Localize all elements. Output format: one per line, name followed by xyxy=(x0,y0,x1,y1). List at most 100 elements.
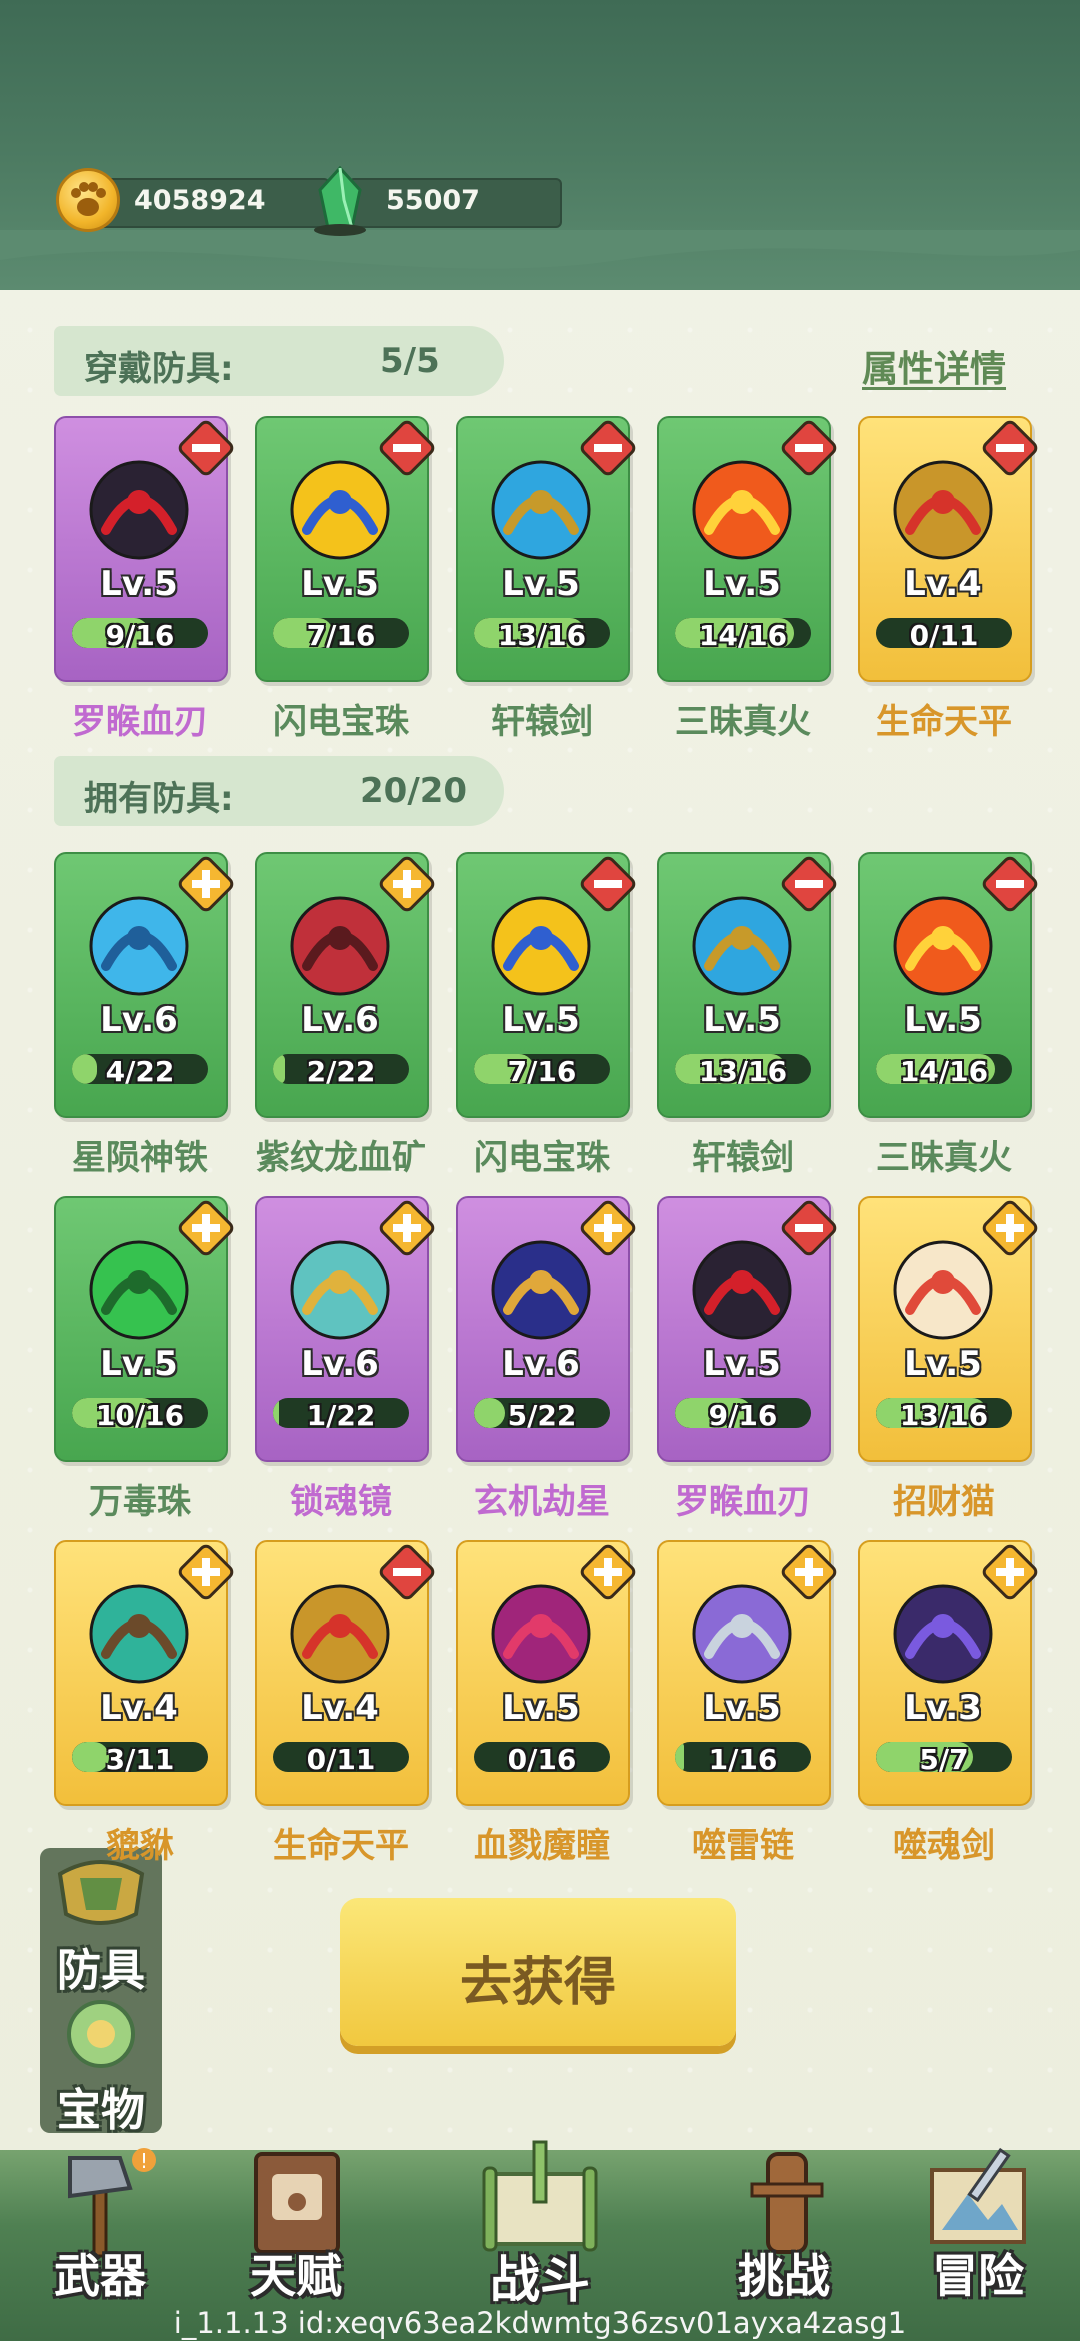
armor-card[interactable]: Lv.5 14/16 xyxy=(657,416,837,682)
armor-card[interactable]: Lv.5 9/16 xyxy=(657,1196,837,1462)
remove-icon[interactable] xyxy=(779,1198,839,1258)
armor-card[interactable]: Lv.5 13/16 xyxy=(657,852,837,1118)
armor-card[interactable]: Lv.6 1/22 xyxy=(255,1196,435,1462)
get-button[interactable]: 去获得 xyxy=(340,1898,736,2046)
progress-bar: 0/11 xyxy=(273,1742,409,1772)
card-name: 万毒珠 xyxy=(89,1482,191,1522)
card-level: Lv.6 xyxy=(301,1000,379,1040)
armor-card[interactable]: Lv.5 7/16 xyxy=(255,416,435,682)
attribute-details-link[interactable]: 属性详情 xyxy=(862,340,1006,392)
add-icon[interactable] xyxy=(176,1542,236,1602)
remove-icon[interactable] xyxy=(980,418,1040,478)
add-icon[interactable] xyxy=(176,1198,236,1258)
armor-card[interactable]: Lv.5 9/16 xyxy=(54,416,234,682)
progress-bar: 9/16 xyxy=(675,1398,811,1428)
progress-text: 4/22 xyxy=(105,1055,175,1084)
progress-text: 3/11 xyxy=(105,1743,175,1772)
card-level: Lv.6 xyxy=(100,1000,178,1040)
armor-card[interactable]: Lv.5 14/16 xyxy=(858,852,1038,1118)
svg-text:!: ! xyxy=(140,2149,148,2173)
card-name: 闪电宝珠 xyxy=(474,1138,610,1178)
progress-bar: 5/7 xyxy=(876,1742,1012,1772)
nav-battle[interactable]: 战斗 xyxy=(460,2130,620,2310)
progress-bar: 14/16 xyxy=(876,1054,1012,1084)
progress-text: 5/7 xyxy=(919,1743,969,1772)
progress-bar: 5/22 xyxy=(474,1398,610,1428)
card-name: 轩辕剑 xyxy=(692,1138,794,1178)
card-name: 轩辕剑 xyxy=(491,702,593,742)
add-icon[interactable] xyxy=(980,1542,1040,1602)
armor-card[interactable]: Lv.5 13/16 xyxy=(456,416,636,682)
nav-adventure[interactable]: 冒险 xyxy=(898,2130,1058,2310)
progress-bar: 3/11 xyxy=(72,1742,208,1772)
card-level: Lv.5 xyxy=(100,564,178,604)
armor-card[interactable]: Lv.6 2/22 xyxy=(255,852,435,1118)
armor-card[interactable]: Lv.4 0/11 xyxy=(255,1540,435,1806)
card-name: 三昧真火 xyxy=(876,1138,1012,1178)
equipped-header: 穿戴防具: 5/5 xyxy=(54,326,504,396)
progress-text: 7/16 xyxy=(306,619,376,648)
progress-text: 0/11 xyxy=(306,1743,376,1772)
armor-card[interactable]: Lv.6 5/22 xyxy=(456,1196,636,1462)
card-level: Lv.3 xyxy=(904,1688,982,1728)
card-name: 紫纹龙血矿 xyxy=(256,1138,426,1178)
remove-icon[interactable] xyxy=(578,418,638,478)
remove-icon[interactable] xyxy=(980,854,1040,914)
armor-card[interactable]: Lv.5 13/16 xyxy=(858,1196,1038,1462)
nav-challenge[interactable]: 挑战 xyxy=(704,2130,864,2310)
add-icon[interactable] xyxy=(578,1198,638,1258)
card-level: Lv.5 xyxy=(703,564,781,604)
progress-text: 13/16 xyxy=(698,1055,788,1084)
armor-card[interactable]: Lv.5 0/16 xyxy=(456,1540,636,1806)
build-id-text: i_1.1.13 id:xeqv63ea2kdwmtg36zsv01ayxa4z… xyxy=(173,2306,907,2340)
green-crystal-icon xyxy=(314,166,366,236)
armor-card[interactable]: Lv.4 0/11 xyxy=(858,416,1038,682)
side-tab-treasure-label: 宝物 xyxy=(57,2085,145,2136)
card-name: 罗睺血刃 xyxy=(72,702,208,742)
add-icon[interactable] xyxy=(779,1542,839,1602)
progress-bar: 0/16 xyxy=(474,1742,610,1772)
side-tabs: 防具 宝物 xyxy=(40,1848,162,2136)
armor-card[interactable]: Lv.6 4/22 xyxy=(54,852,234,1118)
armor-card[interactable]: Lv.4 3/11 xyxy=(54,1540,234,1806)
add-icon[interactable] xyxy=(377,1198,437,1258)
currency-crystals-value: 55007 xyxy=(386,185,480,216)
card-name: 玄机劫星 xyxy=(474,1482,610,1522)
armor-card[interactable]: Lv.3 5/7 xyxy=(858,1540,1038,1806)
card-name: 噬雷链 xyxy=(692,1826,794,1866)
progress-bar: 13/16 xyxy=(876,1398,1012,1428)
progress-bar: 13/16 xyxy=(474,618,610,648)
remove-icon[interactable] xyxy=(377,1542,437,1602)
side-tab-armor-label: 防具 xyxy=(57,1945,145,1996)
armor-card[interactable]: Lv.5 7/16 xyxy=(456,852,636,1118)
progress-text: 0/16 xyxy=(507,1743,577,1772)
progress-text: 2/22 xyxy=(306,1055,376,1084)
card-name: 生命天平 xyxy=(876,702,1012,742)
card-level: Lv.6 xyxy=(301,1344,379,1384)
progress-bar: 2/22 xyxy=(273,1054,409,1084)
remove-icon[interactable] xyxy=(779,854,839,914)
armor-card[interactable]: Lv.5 10/16 xyxy=(54,1196,234,1462)
add-icon[interactable] xyxy=(578,1542,638,1602)
side-tab-treasure[interactable]: 宝物 xyxy=(40,1994,162,2136)
treasure-icon xyxy=(67,2000,135,2068)
nav-talents[interactable]: 天赋 xyxy=(216,2130,376,2310)
remove-icon[interactable] xyxy=(779,418,839,478)
card-name: 血戮魔瞳 xyxy=(474,1826,610,1866)
card-name: 招财猫 xyxy=(893,1482,995,1522)
progress-bar: 10/16 xyxy=(72,1398,208,1428)
progress-bar: 7/16 xyxy=(273,618,409,648)
side-tab-armor[interactable]: 防具 xyxy=(40,1854,162,1996)
armor-card[interactable]: Lv.5 1/16 xyxy=(657,1540,837,1806)
add-icon[interactable] xyxy=(377,854,437,914)
add-icon[interactable] xyxy=(176,854,236,914)
equipped-title: 穿戴防具: xyxy=(84,349,234,389)
remove-icon[interactable] xyxy=(578,854,638,914)
card-level: Lv.5 xyxy=(502,1688,580,1728)
nav-weapons[interactable]: ! 武器 xyxy=(20,2130,180,2310)
remove-icon[interactable] xyxy=(377,418,437,478)
progress-text: 7/16 xyxy=(507,1055,577,1084)
card-level: Lv.5 xyxy=(703,1000,781,1040)
add-icon[interactable] xyxy=(980,1198,1040,1258)
remove-icon[interactable] xyxy=(176,418,236,478)
